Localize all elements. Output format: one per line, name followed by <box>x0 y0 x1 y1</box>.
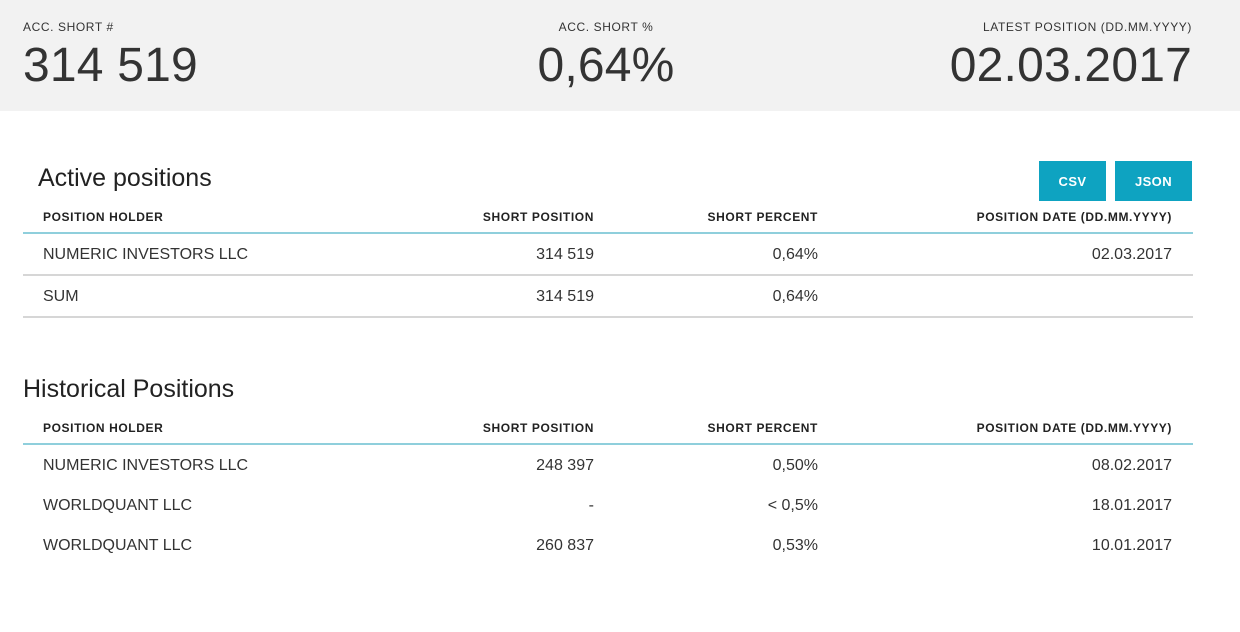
csv-button[interactable]: CSV <box>1039 161 1106 201</box>
acc-short-stat: ACC. SHORT # 314 519 <box>23 20 198 92</box>
sum-row: SUM 314 519 0,64% <box>23 276 1193 318</box>
column-header-short-position[interactable]: SHORT POSITION <box>483 421 594 435</box>
short-percent-cell: 0,50% <box>772 457 818 474</box>
short-percent-cell: 0,64% <box>772 246 818 263</box>
historical-positions-title: Historical Positions <box>23 375 235 403</box>
active-positions-title: Active positions <box>38 164 212 192</box>
latest-position-stat: LATEST POSITION (DD.MM.YYYY) 02.03.2017 <box>950 20 1192 92</box>
column-header-position-date[interactable]: POSITION DATE (DD.MM.YYYY) <box>977 210 1172 224</box>
short-position-cell: 314 519 <box>536 246 594 263</box>
position-date-cell: 08.02.2017 <box>1091 457 1172 474</box>
short-position-cell: 260 837 <box>536 537 594 554</box>
json-button[interactable]: JSON <box>1115 161 1192 201</box>
short-percent-cell: 0,64% <box>772 288 818 305</box>
column-header-short-position[interactable]: SHORT POSITION <box>483 210 594 224</box>
holder-cell: NUMERIC INVESTORS LLC <box>43 457 249 474</box>
table-row: NUMERIC INVESTORS LLC 248 397 0,50% 08.0… <box>23 445 1193 485</box>
position-date-cell: 02.03.2017 <box>1091 246 1172 263</box>
column-header-short-percent[interactable]: SHORT PERCENT <box>708 421 818 435</box>
table-row: NUMERIC INVESTORS LLC 314 519 0,64% 02.0… <box>23 234 1193 276</box>
short-position-cell: 248 397 <box>536 457 594 474</box>
table-header: POSITION HOLDER SHORT POSITION SHORT PER… <box>23 416 1193 445</box>
short-percent-cell: < 0,5% <box>767 497 818 514</box>
column-header-short-percent[interactable]: SHORT PERCENT <box>708 210 818 224</box>
acc-short-label: ACC. SHORT # <box>23 20 114 34</box>
historical-positions-table: POSITION HOLDER SHORT POSITION SHORT PER… <box>23 416 1193 565</box>
acc-short-value: 314 519 <box>23 39 198 92</box>
summary-bar: ACC. SHORT # 314 519 ACC. SHORT % 0,64% … <box>0 0 1240 111</box>
short-percent-cell: 0,53% <box>772 537 818 554</box>
column-header-position-date[interactable]: POSITION DATE (DD.MM.YYYY) <box>977 421 1172 435</box>
holder-cell: SUM <box>43 288 79 305</box>
holder-cell: WORLDQUANT LLC <box>43 537 193 554</box>
table-row: WORLDQUANT LLC - < 0,5% 18.01.2017 <box>23 485 1193 525</box>
position-date-cell: 18.01.2017 <box>1091 497 1172 514</box>
column-header-holder[interactable]: POSITION HOLDER <box>43 210 163 224</box>
acc-short-pct-label: ACC. SHORT % <box>558 20 654 34</box>
active-positions-table: POSITION HOLDER SHORT POSITION SHORT PER… <box>23 205 1193 318</box>
holder-cell: WORLDQUANT LLC <box>43 497 193 514</box>
acc-short-pct-value: 0,64% <box>537 39 675 92</box>
table-header: POSITION HOLDER SHORT POSITION SHORT PER… <box>23 205 1193 234</box>
table-row: WORLDQUANT LLC 260 837 0,53% 10.01.2017 <box>23 525 1193 565</box>
short-position-cell: - <box>588 497 594 514</box>
latest-position-label: LATEST POSITION (DD.MM.YYYY) <box>982 20 1192 34</box>
acc-short-pct-stat: ACC. SHORT % 0,64% <box>506 20 706 92</box>
holder-cell: NUMERIC INVESTORS LLC <box>43 246 249 263</box>
position-date-cell: 10.01.2017 <box>1091 537 1172 554</box>
latest-position-value: 02.03.2017 <box>949 39 1192 92</box>
short-position-cell: 314 519 <box>536 288 594 305</box>
column-header-holder[interactable]: POSITION HOLDER <box>43 421 163 435</box>
